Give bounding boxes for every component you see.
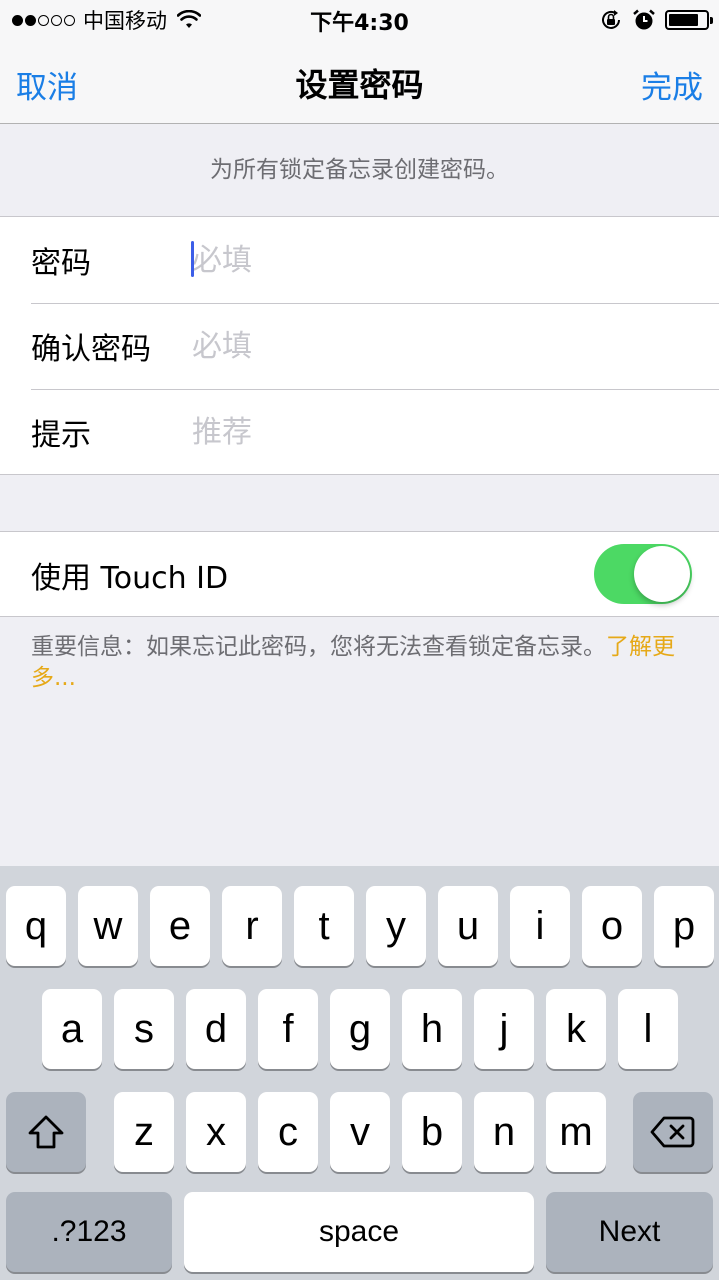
page-title: 设置密码 bbox=[295, 66, 424, 104]
key-f[interactable]: f bbox=[258, 989, 318, 1069]
key-k[interactable]: k bbox=[546, 989, 606, 1069]
hint-input[interactable] bbox=[192, 407, 703, 457]
key-w[interactable]: w bbox=[78, 886, 138, 966]
key-a[interactable]: a bbox=[42, 989, 102, 1069]
footer-note-text: 重要信息：如果忘记此密码，您将无法查看锁定备忘录。 bbox=[31, 634, 606, 660]
password-label: 密码 bbox=[31, 246, 91, 281]
keyboard-row-1: qwertyuiop bbox=[0, 886, 719, 968]
alarm-icon bbox=[633, 9, 655, 30]
key-t[interactable]: t bbox=[294, 886, 354, 966]
shift-key[interactable] bbox=[6, 1092, 86, 1172]
section-header: 为所有锁定备忘录创建密码。 bbox=[210, 157, 509, 183]
toggle-knob bbox=[634, 546, 690, 602]
next-key[interactable]: Next bbox=[546, 1192, 713, 1272]
confirm-password-label: 确认密码 bbox=[31, 332, 151, 367]
numbers-key[interactable]: .?123 bbox=[6, 1192, 172, 1272]
key-u[interactable]: u bbox=[438, 886, 498, 966]
shift-icon bbox=[28, 1115, 64, 1149]
key-c[interactable]: c bbox=[258, 1092, 318, 1172]
password-form: 密码 确认密码 提示 bbox=[0, 216, 719, 475]
key-o[interactable]: o bbox=[582, 886, 642, 966]
key-z[interactable]: z bbox=[114, 1092, 174, 1172]
password-row: 密码 bbox=[0, 217, 719, 303]
space-key[interactable]: space bbox=[184, 1192, 534, 1272]
hint-label: 提示 bbox=[31, 418, 91, 453]
touch-id-group: 使用 Touch ID bbox=[0, 531, 719, 617]
key-r[interactable]: r bbox=[222, 886, 282, 966]
text-caret bbox=[191, 241, 194, 277]
key-q[interactable]: q bbox=[6, 886, 66, 966]
key-h[interactable]: h bbox=[402, 989, 462, 1069]
key-x[interactable]: x bbox=[186, 1092, 246, 1172]
keyboard-row-3: zxcvbnm bbox=[0, 1092, 719, 1174]
key-m[interactable]: m bbox=[546, 1092, 606, 1172]
touch-id-toggle[interactable] bbox=[594, 544, 692, 604]
key-l[interactable]: l bbox=[618, 989, 678, 1069]
key-i[interactable]: i bbox=[510, 886, 570, 966]
status-right bbox=[599, 8, 713, 32]
key-n[interactable]: n bbox=[474, 1092, 534, 1172]
done-button[interactable]: 完成 bbox=[641, 62, 703, 107]
key-j[interactable]: j bbox=[474, 989, 534, 1069]
key-e[interactable]: e bbox=[150, 886, 210, 966]
battery-level bbox=[669, 14, 698, 26]
rotation-lock-icon bbox=[602, 10, 620, 29]
key-d[interactable]: d bbox=[186, 989, 246, 1069]
backspace-icon bbox=[650, 1116, 695, 1148]
hint-row: 提示 bbox=[0, 389, 719, 475]
touch-id-row: 使用 Touch ID bbox=[0, 532, 719, 618]
key-s[interactable]: s bbox=[114, 989, 174, 1069]
key-y[interactable]: y bbox=[366, 886, 426, 966]
footer-note: 重要信息：如果忘记此密码，您将无法查看锁定备忘录。了解更多... bbox=[31, 632, 691, 694]
keyboard-row-2: asdfghjkl bbox=[0, 989, 719, 1071]
key-b[interactable]: b bbox=[402, 1092, 462, 1172]
status-bar: 中国移动 下午4:30 bbox=[0, 0, 719, 40]
key-v[interactable]: v bbox=[330, 1092, 390, 1172]
confirm-password-input[interactable] bbox=[192, 321, 703, 371]
touch-id-label: 使用 Touch ID bbox=[31, 561, 229, 596]
confirm-password-row: 确认密码 bbox=[0, 303, 719, 389]
keyboard: qwertyuiop asdfghjkl zxcvbnm .?123 space… bbox=[0, 866, 719, 1280]
key-g[interactable]: g bbox=[330, 989, 390, 1069]
key-p[interactable]: p bbox=[654, 886, 714, 966]
navigation-bar: 取消 设置密码 完成 bbox=[0, 40, 719, 124]
delete-key[interactable] bbox=[633, 1092, 713, 1172]
password-input[interactable] bbox=[192, 235, 703, 285]
battery-icon bbox=[665, 10, 713, 30]
keyboard-row-4: .?123 space Next bbox=[0, 1192, 719, 1274]
